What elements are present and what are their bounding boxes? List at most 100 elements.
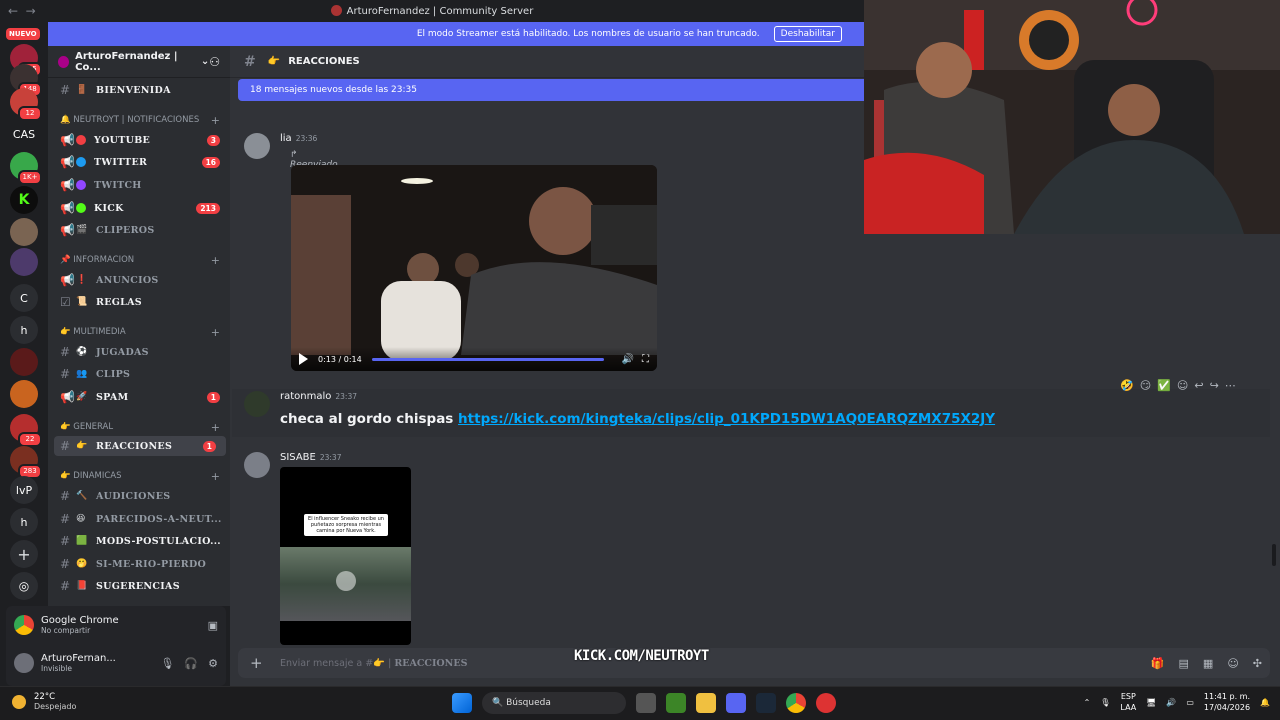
task-view-icon[interactable]	[636, 693, 656, 713]
server-icon-h2[interactable]: h	[10, 508, 38, 536]
channel-si-me-rio[interactable]: # 🤭 SI-ME-RIO-PIERDO	[48, 554, 230, 574]
guild-header[interactable]: ArturoFernandez | Co... ⌄ ⚇	[48, 46, 230, 78]
message-author[interactable]: lia 23:36	[280, 133, 317, 144]
microphone-icon[interactable]: 🎙	[160, 657, 174, 670]
chat-scrollbar[interactable]	[1272, 544, 1276, 566]
gift-icon[interactable]: 🎁	[1151, 657, 1165, 670]
chevron-up-icon[interactable]: ⌃	[1084, 698, 1091, 707]
server-icon-8[interactable]	[10, 248, 38, 276]
video-thumbnail[interactable]: El influencer Sneako recibe un puñetazo …	[280, 467, 411, 645]
add-channel-icon[interactable]: +	[211, 470, 220, 483]
channel-twitter[interactable]: 📢 TWITTER 16	[48, 152, 230, 172]
minecraft-icon[interactable]	[666, 693, 686, 713]
category-dinamicas[interactable]: 👉 DINAMICAS +	[48, 468, 230, 484]
server-icon-12[interactable]	[10, 380, 38, 408]
add-channel-icon[interactable]: +	[211, 254, 220, 267]
server-icon-h[interactable]: h	[10, 316, 38, 344]
channel-mods[interactable]: # 🟩 MODS-POSTULACIO...	[48, 531, 230, 551]
server-icon-14[interactable]: 283	[10, 446, 42, 479]
channel-reglas[interactable]: ☑ 📜 REGLAS	[48, 292, 230, 312]
message-author[interactable]: ratonmalo 23:37	[280, 391, 357, 402]
weather-widget[interactable]: 22°C Despejado	[12, 692, 76, 711]
reply-icon[interactable]: ↩	[1194, 379, 1203, 392]
channel-sugerencias[interactable]: # 📕 SUGERENCIAS	[48, 576, 230, 596]
category-general[interactable]: 👉 GENERAL +	[48, 419, 230, 435]
apps-icon[interactable]: ✣	[1253, 657, 1262, 670]
file-explorer-icon[interactable]	[696, 693, 716, 713]
discover-icon[interactable]: ◎	[10, 572, 38, 600]
headphones-icon[interactable]: 🎧	[184, 657, 198, 670]
volume-icon[interactable]: 🔊	[622, 354, 634, 365]
discord-icon[interactable]	[726, 693, 746, 713]
play-icon[interactable]	[299, 353, 308, 365]
channel-kick[interactable]: 📢 KICK 213	[48, 198, 230, 218]
server-icon-lvp[interactable]: lvP	[10, 476, 38, 504]
gear-icon[interactable]: ⚙	[208, 657, 218, 670]
avatar[interactable]	[244, 391, 270, 417]
category-notificaciones[interactable]: 🔔 NEUTROYT | NOTIFICACIONES +	[48, 112, 230, 128]
start-icon[interactable]	[452, 693, 472, 713]
fullscreen-icon[interactable]: ⛶	[642, 354, 649, 365]
play-icon[interactable]	[336, 571, 356, 591]
back-forward-icon[interactable]: ← →	[8, 4, 36, 18]
add-channel-icon[interactable]: +	[211, 326, 220, 339]
notification-icon[interactable]: 🔔	[1260, 698, 1270, 707]
gif-icon[interactable]: ▤	[1179, 657, 1189, 670]
add-channel-icon[interactable]: +	[211, 421, 220, 434]
channel-audiciones[interactable]: # 🔨 AUDICIONES	[48, 486, 230, 506]
channel-reacciones[interactable]: # 👉 REACCIONES 1	[54, 436, 226, 456]
category-informacion[interactable]: 📌 INFORMACION +	[48, 252, 230, 268]
video-player[interactable]: 0:13 / 0:14 🔊 ⛶	[291, 165, 657, 371]
server-icon-c[interactable]: C	[10, 284, 38, 312]
more-icon[interactable]: ⋯	[1225, 379, 1236, 392]
avatar[interactable]	[14, 653, 34, 673]
screen-share-icon[interactable]: ▣	[208, 619, 218, 632]
composer-placeholder[interactable]: Enviar mensaje a #👉 | REACCIONES	[280, 658, 467, 669]
server-icon-11[interactable]	[10, 348, 38, 376]
add-reaction-icon[interactable]: ☺	[1177, 379, 1188, 392]
channel-parecidos[interactable]: # 😆 PARECIDOS-A-NEUT...	[48, 509, 230, 529]
sticker-icon[interactable]: ▦	[1203, 657, 1213, 670]
server-icon-cas[interactable]: CAS	[10, 120, 38, 148]
channel-youtube[interactable]: 📢 YOUTUBE 3	[48, 130, 230, 150]
chrome-icon[interactable]	[786, 693, 806, 713]
new-messages-bar[interactable]: 18 mensajes nuevos desde las 23:35	[238, 79, 864, 101]
emoji-icon[interactable]: ☺	[1227, 657, 1238, 670]
add-attachment-icon[interactable]: +	[250, 654, 264, 672]
clock[interactable]: 11:41 p. m. 17/04/2026	[1204, 691, 1250, 713]
server-icon-5[interactable]: 1K+	[10, 152, 42, 185]
server-icon-7[interactable]	[10, 218, 38, 246]
avatar[interactable]	[244, 133, 270, 159]
invite-people-icon[interactable]: ⚇	[209, 55, 220, 69]
add-server-icon[interactable]: +	[10, 540, 38, 568]
kick-server-icon[interactable]: K	[10, 186, 38, 214]
video-progress-bar[interactable]	[371, 357, 604, 361]
channel-twitch[interactable]: 📢 TWITCH	[48, 175, 230, 195]
add-channel-icon[interactable]: +	[211, 114, 220, 127]
channel-spam[interactable]: 📢 🚀 SPAM 1	[48, 387, 230, 407]
message-link[interactable]: https://kick.com/kingteka/clips/clip_01K…	[458, 411, 995, 427]
steam-icon[interactable]	[756, 693, 776, 713]
message-author[interactable]: SISABE 23:37	[280, 452, 341, 463]
avatar[interactable]	[244, 452, 270, 478]
recording-app-icon[interactable]	[816, 693, 836, 713]
smirk-reaction-icon[interactable]: 😏	[1140, 379, 1151, 392]
forward-icon[interactable]: ↪	[1210, 379, 1219, 392]
disable-button[interactable]: Deshabilitar	[773, 26, 842, 42]
battery-icon[interactable]: ▭	[1186, 698, 1194, 707]
channel-clips[interactable]: # 👥 CLIPS	[48, 364, 230, 384]
category-multimedia[interactable]: 👉 MULTIMEDIA +	[48, 324, 230, 340]
channel-clipero[interactable]: 📢 🎬 CLIPEROS	[48, 220, 230, 240]
server-icon-3[interactable]: 12	[10, 88, 42, 121]
channel-jugadas[interactable]: # ⚽ JUGADAS	[48, 342, 230, 362]
volume-icon[interactable]: 🔊	[1166, 698, 1176, 707]
language-indicator[interactable]: ESP LAA	[1120, 691, 1136, 713]
server-icon-13[interactable]: 22	[10, 414, 42, 447]
channel-anuncios[interactable]: 📢 ❗ ANUNCIOS	[48, 270, 230, 290]
rofl-reaction-icon[interactable]: 🤣	[1120, 379, 1134, 392]
check-reaction-icon[interactable]: ✅	[1157, 379, 1171, 392]
message-composer[interactable]: + Enviar mensaje a #👉 | REACCIONES 🎁 ▤ ▦…	[238, 648, 1270, 678]
microphone-icon[interactable]: 🎙	[1100, 698, 1110, 707]
channel-bienvenida[interactable]: # 🚪 BIENVENIDA	[48, 80, 230, 100]
network-icon[interactable]: 🖥	[1146, 698, 1156, 707]
